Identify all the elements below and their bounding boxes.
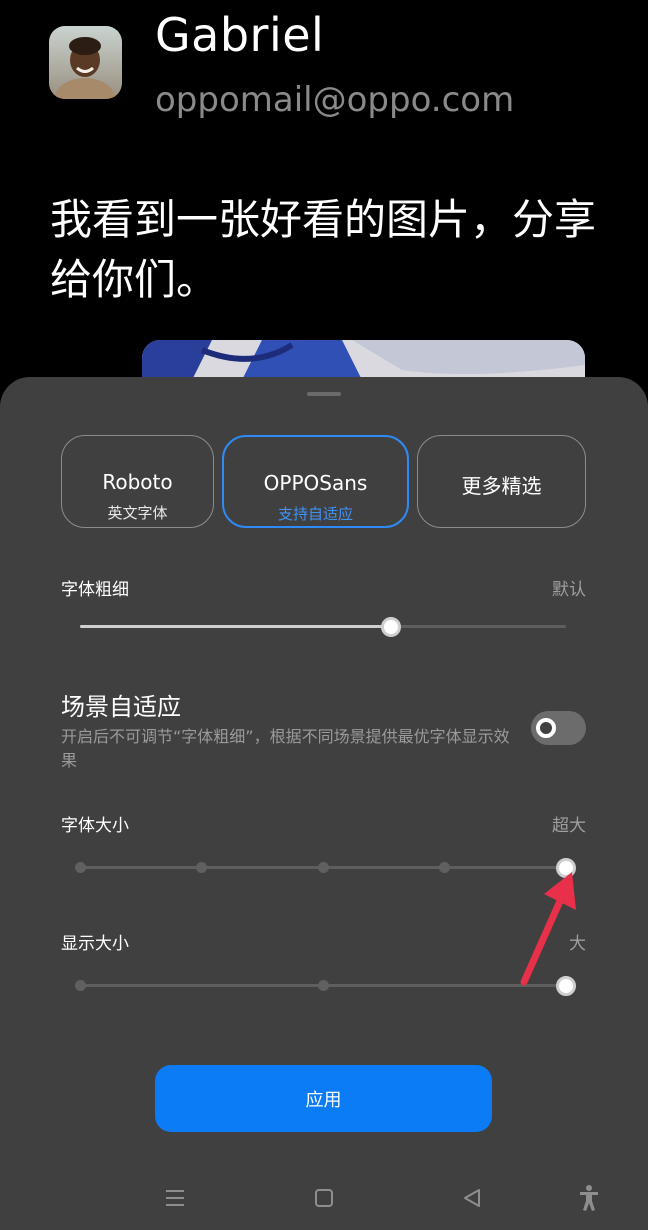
font-size-slider-step[interactable]: [439, 862, 450, 873]
font-option-roboto[interactable]: Roboto 英文字体: [61, 435, 214, 528]
display-size-slider-thumb[interactable]: [556, 976, 576, 996]
font-size-slider-step[interactable]: [317, 862, 329, 873]
font-weight-slider-thumb[interactable]: [381, 617, 402, 637]
menu-icon[interactable]: [158, 1181, 192, 1215]
scene-adaptive-title: 场景自适应: [61, 693, 181, 721]
font-size-value: 超大: [552, 816, 586, 836]
font-size-slider-step[interactable]: [196, 862, 207, 873]
font-option-name: 更多精选: [461, 474, 542, 498]
font-option-subtitle: 支持自适应: [277, 505, 353, 523]
font-option-name: OPPOSans: [263, 471, 368, 495]
font-size-slider-step[interactable]: [74, 862, 86, 873]
system-navigation-bar: [0, 1167, 648, 1230]
preview-user-email: oppomail@oppo.com: [155, 80, 515, 120]
font-option-more[interactable]: 更多精选: [417, 435, 586, 528]
font-weight-slider-fill: [80, 625, 392, 628]
avatar: [49, 26, 122, 99]
apply-button[interactable]: 应用: [155, 1065, 492, 1132]
font-option-subtitle: 英文字体: [107, 504, 168, 522]
font-size-label: 字体大小: [61, 816, 129, 836]
font-weight-slider[interactable]: [80, 625, 566, 628]
toggle-knob: [536, 718, 556, 738]
scene-adaptive-description: 开启后不可调节“字体粗细”，根据不同场景提供最优字体显示效果: [61, 727, 510, 770]
font-option-name: Roboto: [102, 470, 173, 494]
font-preview-area: Gabriel oppomail@oppo.com 我看到一张好看的图片，分享给…: [0, 0, 648, 400]
font-option-opposans[interactable]: OPPOSans 支持自适应: [222, 435, 409, 528]
accessibility-icon[interactable]: [572, 1181, 606, 1215]
display-size-slider-step[interactable]: [74, 980, 86, 991]
font-settings-sheet: Roboto 英文字体 OPPOSans 支持自适应 更多精选 字体粗细 默认 …: [0, 377, 648, 1230]
font-weight-label: 字体粗细: [61, 580, 129, 600]
preview-user-name: Gabriel: [155, 8, 325, 62]
preview-message: 我看到一张好看的图片，分享给你们。: [50, 195, 597, 304]
drag-handle[interactable]: [307, 392, 341, 396]
display-size-slider-step[interactable]: [317, 980, 329, 991]
home-square-icon[interactable]: [307, 1181, 341, 1215]
scene-adaptive-toggle[interactable]: [531, 711, 586, 745]
font-size-slider-thumb[interactable]: [556, 858, 576, 878]
display-size-label: 显示大小: [61, 934, 129, 954]
font-weight-value: 默认: [552, 580, 586, 600]
back-triangle-icon[interactable]: [455, 1181, 489, 1215]
display-size-value: 大: [569, 934, 586, 954]
